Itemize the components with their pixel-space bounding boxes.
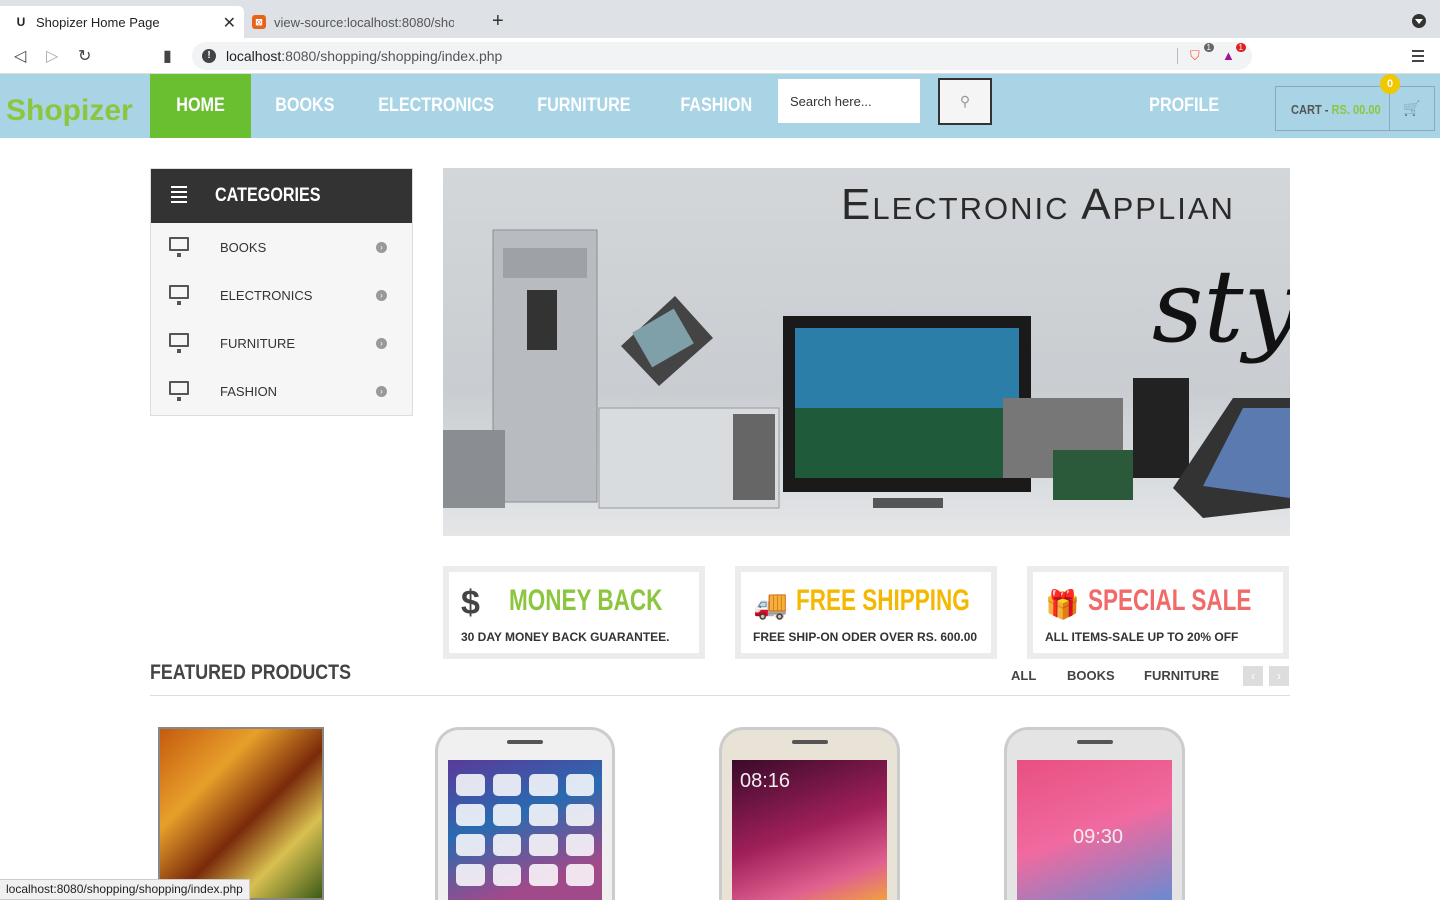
browser-menu-icon[interactable] [1412, 50, 1424, 65]
hero-banner[interactable]: Electronic Applian sty [443, 168, 1290, 536]
categories-header[interactable]: CATEGORIES [151, 169, 412, 223]
browser-status-bar: localhost:8080/shopping/shopping/index.p… [0, 879, 250, 900]
categories-title: CATEGORIES [215, 185, 321, 206]
category-item-fashion[interactable]: FASHION › [151, 367, 412, 415]
filter-tab-books[interactable]: BOOKS [1067, 668, 1115, 683]
category-item-electronics[interactable]: ELECTRONICS › [151, 271, 412, 319]
arrow-circle-icon: › [376, 385, 387, 397]
monitor-icon [169, 237, 189, 257]
phone-clock: 09:30 [1073, 826, 1124, 848]
nav-electronics[interactable]: ELECTRONICS [370, 74, 502, 138]
phone-clock: 08:16 [740, 770, 791, 792]
arrow-circle-icon: › [376, 241, 387, 253]
featured-divider [150, 695, 1290, 696]
gift-icon: 🎁 [1045, 589, 1080, 620]
phone-screen [448, 760, 602, 900]
brave-shield-icon[interactable]: ⛉ 1 [1190, 43, 1214, 64]
arrow-circle-icon: › [376, 337, 387, 349]
browser-toolbar: ◁ ▷ ↻ ▮ ! localhost:8080/shopping/shoppi… [0, 38, 1440, 74]
site-logo[interactable]: Shopizer [6, 94, 133, 128]
url-separator [1177, 48, 1178, 64]
product-iphone-image[interactable] [435, 727, 615, 900]
browser-tab-bar: U Shopizer Home Page ✕ ⊠ view-source:loc… [0, 0, 1440, 38]
forward-icon[interactable]: ▷ [46, 46, 58, 66]
site-info-icon[interactable]: ! [202, 49, 216, 63]
url-host: localhost [226, 48, 282, 64]
cart-count-badge: 0 [1380, 74, 1400, 94]
phone-screen: 08:16 [732, 760, 887, 900]
tab-title: Shopizer Home Page [36, 14, 160, 30]
dollar-icon: $ [461, 584, 480, 622]
site-header: Shopizer HOME BOOKS ELECTRONICS FURNITUR… [0, 74, 1440, 138]
cart-amount: RS. 00.00 [1331, 102, 1381, 117]
tab-title: view-source:localhost:8080/shopping/shop… [274, 14, 454, 30]
feature-subtitle: 30 DAY MONEY BACK GUARANTEE. [461, 630, 670, 644]
category-label: ELECTRONICS [220, 287, 313, 303]
monitor-icon [169, 333, 189, 353]
url-text[interactable]: localhost:8080/shopping/shopping/index.p… [226, 48, 502, 64]
phone-speaker [791, 740, 828, 744]
feature-free-shipping: 🚚 FREE SHIPPING FREE SHIP-ON ODER OVER R… [735, 566, 997, 659]
close-tab-icon[interactable]: ✕ [223, 13, 236, 33]
back-icon[interactable]: ◁ [14, 46, 26, 66]
tab-shopizer-home[interactable]: U Shopizer Home Page ✕ [0, 6, 244, 38]
banner-appliances-image [443, 229, 1290, 518]
nav-furniture[interactable]: FURNITURE [525, 74, 643, 138]
feature-special-sale: 🎁 SPECIAL SALE ALL ITEMS-SALE UP TO 20% … [1027, 566, 1289, 659]
carousel-next-button[interactable]: › [1269, 666, 1289, 686]
product-painting-image[interactable] [158, 727, 324, 900]
feature-title: MONEY BACK [509, 584, 663, 617]
search-input[interactable] [778, 79, 920, 123]
app-grid [456, 774, 594, 886]
nav-fashion[interactable]: FASHION [668, 74, 764, 138]
xampp-favicon-icon: ⊠ [252, 15, 266, 29]
brave-badge: 1 [1203, 43, 1214, 52]
tab-view-source[interactable]: ⊠ view-source:localhost:8080/shopping/sh… [246, 6, 484, 38]
product-redmi-image[interactable]: 08:16 [719, 727, 900, 900]
search-icon: ⚲ [959, 93, 971, 109]
nav-profile[interactable]: PROFILE [1138, 74, 1230, 138]
feature-subtitle: ALL ITEMS-SALE UP TO 20% OFF [1045, 630, 1239, 644]
featured-products-title: FEATURED PRODUCTS [150, 661, 351, 684]
cart-icon[interactable]: 🛒 [1389, 87, 1434, 130]
bat-rewards-icon[interactable]: ▲ 1 [1222, 43, 1246, 64]
phone-speaker [1076, 740, 1113, 744]
carousel-prev-button[interactable]: ‹ [1243, 666, 1263, 686]
product-moto-image[interactable]: 09:30 [1004, 727, 1185, 900]
reload-icon[interactable]: ↻ [78, 46, 91, 66]
feature-title: SPECIAL SALE [1088, 584, 1252, 617]
monitor-icon [169, 285, 189, 305]
feature-title: FREE SHIPPING [796, 584, 970, 617]
bat-badge: 1 [1235, 43, 1246, 52]
category-label: BOOKS [220, 239, 267, 255]
filter-tab-furniture[interactable]: FURNITURE [1144, 668, 1219, 683]
nav-books[interactable]: BOOKS [260, 74, 350, 138]
phone-speaker [507, 740, 543, 744]
arrow-circle-icon: › [376, 289, 387, 301]
shopizer-favicon-icon: U [16, 15, 26, 29]
new-tab-icon[interactable]: + [492, 10, 504, 33]
bookmark-icon[interactable]: ▮ [163, 46, 172, 66]
feature-subtitle: FREE SHIP-ON ODER OVER RS. 600.00 [753, 630, 978, 644]
cart-box[interactable]: CART - RS. 00.00 🛒 [1275, 86, 1435, 131]
category-label: FURNITURE [220, 335, 296, 351]
tab-menu-icon[interactable] [1412, 14, 1426, 28]
cart-label: CART - RS. 00.00 [1291, 102, 1381, 117]
monitor-icon [169, 381, 189, 401]
phone-screen: 09:30 [1017, 760, 1172, 900]
category-item-books[interactable]: BOOKS › [151, 223, 412, 271]
categories-panel: CATEGORIES BOOKS › ELECTRONICS › FURNITU… [150, 168, 413, 416]
truck-icon: 🚚 [753, 589, 788, 620]
feature-money-back: $ MONEY BACK 30 DAY MONEY BACK GUARANTEE… [443, 566, 705, 659]
category-item-furniture[interactable]: FURNITURE › [151, 319, 412, 367]
nav-home[interactable]: HOME [150, 74, 251, 138]
category-label: FASHION [220, 383, 278, 399]
search-button[interactable]: ⚲ [938, 78, 992, 125]
address-bar[interactable]: ! localhost:8080/shopping/shopping/index… [192, 42, 1252, 70]
filter-tab-all[interactable]: ALL [1011, 668, 1036, 683]
url-path: :8080/shopping/shopping/index.php [281, 48, 503, 64]
list-icon [171, 186, 187, 206]
